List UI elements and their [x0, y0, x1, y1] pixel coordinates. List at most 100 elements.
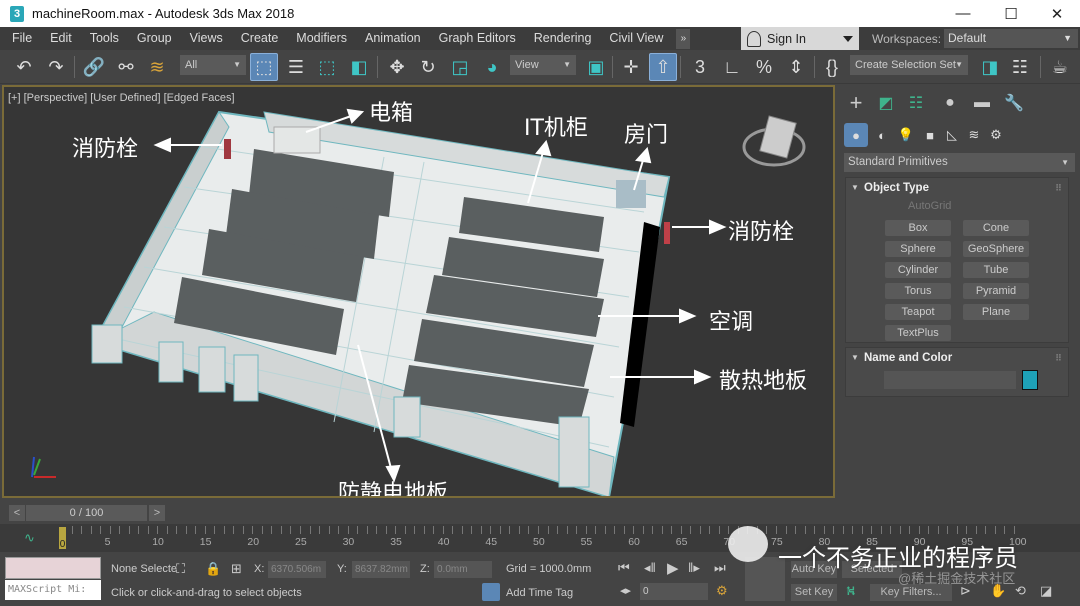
autogrid-checkbox[interactable]: AutoGrid: [908, 200, 951, 212]
systems-icon[interactable]: ⚙: [984, 123, 1008, 147]
box-button[interactable]: Box: [885, 220, 951, 236]
percent-snap-icon[interactable]: %: [750, 53, 778, 81]
place-icon[interactable]: ◕: [478, 53, 506, 81]
sphere-button[interactable]: Sphere: [885, 241, 951, 257]
move-icon[interactable]: ✥: [383, 53, 411, 81]
key-filters-icon[interactable]: ⛕: [846, 583, 856, 601]
undo-icon[interactable]: ↶: [10, 53, 38, 81]
display-tab-icon[interactable]: ▬: [968, 89, 996, 117]
key-mode-toggle-icon[interactable]: ◂▸: [620, 584, 631, 597]
motion-tab-icon[interactable]: ●: [936, 89, 964, 117]
current-frame-field[interactable]: 0: [640, 583, 708, 600]
cameras-icon[interactable]: ■: [918, 123, 942, 147]
object-name-field[interactable]: [884, 371, 1016, 389]
menu-animation[interactable]: Animation: [356, 27, 430, 50]
prev-frame-button[interactable]: <: [9, 505, 25, 521]
next-frame-button[interactable]: >: [149, 505, 165, 521]
time-tag-icon[interactable]: [482, 583, 500, 601]
rotate-icon[interactable]: ↻: [414, 53, 442, 81]
link-icon[interactable]: 🔗: [80, 53, 108, 81]
hierarchy-tab-icon[interactable]: ☷: [902, 89, 930, 117]
unlink-icon[interactable]: ⚯: [112, 53, 140, 81]
create-tab-icon[interactable]: +: [842, 89, 870, 117]
viewcube[interactable]: [742, 115, 806, 167]
teapot-button[interactable]: Teapot: [885, 304, 951, 320]
minimize-button[interactable]: —: [940, 0, 986, 27]
modify-tab-icon[interactable]: ◩: [872, 89, 900, 117]
shapes-icon[interactable]: ◐: [870, 123, 894, 147]
space-warps-icon[interactable]: ≋: [962, 123, 986, 147]
pivot-icon[interactable]: ▣: [582, 53, 610, 81]
maxscript-mini-listener[interactable]: MAXScript Mi:: [5, 580, 101, 600]
selection-set-dropdown[interactable]: Create Selection Set ▼: [850, 55, 968, 75]
primitive-category-dropdown[interactable]: Standard Primitives ▼: [844, 153, 1075, 172]
sign-in-button[interactable]: Sign In: [741, 27, 859, 50]
menu-create[interactable]: Create: [232, 27, 288, 50]
select-object-icon[interactable]: ⬚: [250, 53, 278, 81]
more-menus-button[interactable]: »: [676, 28, 691, 49]
go-to-start-icon[interactable]: ⏮: [618, 560, 630, 576]
utilities-tab-icon[interactable]: 🔧: [1000, 89, 1028, 117]
previous-key-icon[interactable]: ◂‖: [644, 560, 656, 576]
workspaces-dropdown[interactable]: Default ▼: [944, 29, 1078, 48]
curve-editor-icon[interactable]: ∿: [24, 530, 35, 546]
window-crossing-icon[interactable]: ◧: [345, 53, 373, 81]
next-key-icon[interactable]: ‖▸: [688, 560, 700, 576]
reference-coord-dropdown[interactable]: View ▼: [510, 55, 576, 75]
perspective-viewport[interactable]: [+] [Perspective] [User Defined] [Edged …: [2, 85, 835, 498]
geometry-icon[interactable]: ●: [844, 123, 868, 147]
tube-button[interactable]: Tube: [963, 262, 1029, 278]
snaps-3d-icon[interactable]: 3: [686, 53, 714, 81]
lights-icon[interactable]: 💡: [894, 123, 918, 147]
close-button[interactable]: ✕: [1034, 0, 1080, 27]
play-icon[interactable]: ▶: [667, 559, 679, 577]
menu-rendering[interactable]: Rendering: [525, 27, 601, 50]
align-icon[interactable]: ☷: [1006, 53, 1034, 81]
cylinder-button[interactable]: Cylinder: [885, 262, 951, 278]
name-and-color-header[interactable]: ▼ Name and Color ⠿: [846, 348, 1068, 368]
spinner-snap-icon[interactable]: ⇕: [782, 53, 810, 81]
helpers-icon[interactable]: ◺: [940, 123, 964, 147]
menu-edit[interactable]: Edit: [41, 27, 81, 50]
z-coordinate-field[interactable]: 0.0mm: [434, 561, 492, 578]
keyboard-shortcut-override-icon[interactable]: ⇧: [649, 53, 677, 81]
textplus-button[interactable]: TextPlus: [885, 325, 951, 341]
bind-space-warp-icon[interactable]: ≋: [143, 53, 171, 81]
set-key-button[interactable]: Set Key: [791, 584, 837, 601]
pyramid-button[interactable]: Pyramid: [963, 283, 1029, 299]
plane-button[interactable]: Plane: [963, 304, 1029, 320]
menu-civil-view[interactable]: Civil View: [600, 27, 672, 50]
orbit-icon[interactable]: ⟲: [1015, 583, 1026, 599]
lock-icon[interactable]: 🔒: [205, 561, 221, 577]
object-color-swatch[interactable]: [1022, 370, 1038, 390]
torus-button[interactable]: Torus: [885, 283, 951, 299]
menu-group[interactable]: Group: [128, 27, 181, 50]
menu-modifiers[interactable]: Modifiers: [287, 27, 356, 50]
render-teapot-icon[interactable]: ☕: [1046, 53, 1074, 81]
redo-icon[interactable]: ↷: [42, 53, 70, 81]
menu-tools[interactable]: Tools: [81, 27, 128, 50]
y-coordinate-field[interactable]: 8637.82mm: [352, 561, 410, 578]
menu-graph-editors[interactable]: Graph Editors: [430, 27, 525, 50]
add-time-tag[interactable]: Add Time Tag: [506, 587, 573, 599]
maximize-button[interactable]: ☐: [988, 0, 1034, 27]
cone-button[interactable]: Cone: [963, 220, 1029, 236]
object-type-header[interactable]: ▼ Object Type ⠿: [846, 178, 1068, 198]
go-to-end-icon[interactable]: ⏭: [714, 560, 726, 576]
maxscript-listener-output[interactable]: [5, 557, 101, 579]
geosphere-button[interactable]: GeoSphere: [963, 241, 1029, 257]
select-by-name-icon[interactable]: ☰: [282, 53, 310, 81]
angle-snap-icon[interactable]: ∟: [718, 53, 746, 81]
select-manipulate-icon[interactable]: ✛: [617, 53, 645, 81]
x-coordinate-field[interactable]: 6370.506m: [268, 561, 326, 578]
mirror-icon[interactable]: ◨: [976, 53, 1004, 81]
absolute-mode-icon[interactable]: ⊞: [231, 561, 242, 577]
time-slider[interactable]: 0 / 100: [26, 505, 147, 521]
time-config-icon[interactable]: ⚙: [716, 583, 728, 599]
isolate-selection-icon[interactable]: ⛶: [176, 561, 185, 577]
menu-file[interactable]: File: [0, 27, 41, 50]
maximize-viewport-icon[interactable]: ◪: [1040, 583, 1052, 599]
selection-filter-dropdown[interactable]: All ▼: [180, 55, 246, 75]
menu-views[interactable]: Views: [181, 27, 232, 50]
edit-named-sets-icon[interactable]: {}: [818, 53, 846, 81]
